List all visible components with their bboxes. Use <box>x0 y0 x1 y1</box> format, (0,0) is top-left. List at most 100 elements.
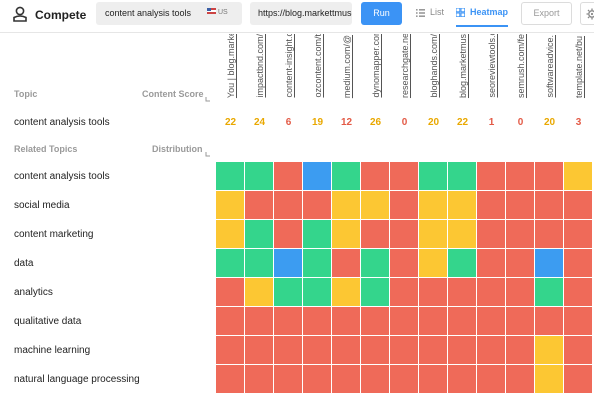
heatmap-cell[interactable] <box>390 307 418 335</box>
heatmap-cell[interactable] <box>390 220 418 248</box>
settings-button[interactable] <box>580 2 594 25</box>
heatmap-cell[interactable] <box>506 220 534 248</box>
sort-arrow-icon[interactable] <box>205 151 211 157</box>
heatmap-cell[interactable] <box>303 365 331 393</box>
heatmap-cell[interactable] <box>535 220 563 248</box>
heatmap-cell[interactable] <box>332 162 360 190</box>
heatmap-cell[interactable] <box>216 365 244 393</box>
heatmap-cell[interactable] <box>303 191 331 219</box>
heatmap-cell[interactable] <box>245 220 273 248</box>
heatmap-cell[interactable] <box>477 278 505 306</box>
heatmap-cell[interactable] <box>535 191 563 219</box>
heatmap-cell[interactable] <box>448 307 476 335</box>
heatmap-cell[interactable] <box>274 191 302 219</box>
heatmap-cell[interactable] <box>303 307 331 335</box>
heatmap-cell[interactable] <box>216 336 244 364</box>
heatmap-cell[interactable] <box>274 278 302 306</box>
domain-link[interactable]: ozcontent.com/t <box>313 34 323 98</box>
heatmap-cell[interactable] <box>535 336 563 364</box>
tab-heatmap[interactable]: Heatmap <box>456 2 509 27</box>
heatmap-cell[interactable] <box>361 220 389 248</box>
heatmap-cell[interactable] <box>245 278 273 306</box>
heatmap-cell[interactable] <box>564 220 592 248</box>
heatmap-cell[interactable] <box>564 336 592 364</box>
heatmap-cell[interactable] <box>332 220 360 248</box>
heatmap-cell[interactable] <box>564 278 592 306</box>
heatmap-cell[interactable] <box>419 365 447 393</box>
heatmap-cell[interactable] <box>506 278 534 306</box>
heatmap-cell[interactable] <box>274 249 302 277</box>
heatmap-cell[interactable] <box>274 336 302 364</box>
heatmap-cell[interactable] <box>216 220 244 248</box>
heatmap-cell[interactable] <box>535 365 563 393</box>
run-button[interactable]: Run <box>361 2 402 25</box>
heatmap-cell[interactable] <box>564 162 592 190</box>
heatmap-cell[interactable] <box>419 249 447 277</box>
heatmap-cell[interactable] <box>419 278 447 306</box>
heatmap-cell[interactable] <box>564 191 592 219</box>
heatmap-cell[interactable] <box>535 278 563 306</box>
heatmap-cell[interactable] <box>245 249 273 277</box>
heatmap-cell[interactable] <box>216 191 244 219</box>
heatmap-cell[interactable] <box>361 162 389 190</box>
domain-link[interactable]: template.net/bu <box>574 36 584 98</box>
heatmap-cell[interactable] <box>477 220 505 248</box>
heatmap-cell[interactable] <box>274 365 302 393</box>
heatmap-cell[interactable] <box>245 307 273 335</box>
heatmap-cell[interactable] <box>419 336 447 364</box>
heatmap-cell[interactable] <box>303 249 331 277</box>
heatmap-cell[interactable] <box>303 278 331 306</box>
domain-link[interactable]: dynomapper.cor <box>371 34 381 98</box>
heatmap-cell[interactable] <box>274 307 302 335</box>
heatmap-cell[interactable] <box>506 307 534 335</box>
heatmap-cell[interactable] <box>448 249 476 277</box>
heatmap-cell[interactable] <box>361 365 389 393</box>
heatmap-cell[interactable] <box>419 162 447 190</box>
heatmap-cell[interactable] <box>564 249 592 277</box>
heatmap-cell[interactable] <box>477 191 505 219</box>
heatmap-cell[interactable] <box>332 249 360 277</box>
heatmap-cell[interactable] <box>216 249 244 277</box>
domain-link[interactable]: semrush.com/fe <box>516 34 526 98</box>
heatmap-cell[interactable] <box>535 307 563 335</box>
heatmap-cell[interactable] <box>245 162 273 190</box>
heatmap-cell[interactable] <box>477 307 505 335</box>
heatmap-cell[interactable] <box>245 336 273 364</box>
heatmap-cell[interactable] <box>390 162 418 190</box>
heatmap-cell[interactable] <box>303 336 331 364</box>
heatmap-cell[interactable] <box>361 191 389 219</box>
heatmap-cell[interactable] <box>245 365 273 393</box>
domain-link[interactable]: researchgate.ne <box>400 34 410 98</box>
heatmap-cell[interactable] <box>448 365 476 393</box>
heatmap-cell[interactable] <box>477 249 505 277</box>
heatmap-cell[interactable] <box>477 365 505 393</box>
country-selector[interactable]: US <box>207 8 228 16</box>
heatmap-cell[interactable] <box>274 162 302 190</box>
domain-link[interactable]: bloghands.com/ <box>429 34 439 98</box>
heatmap-cell[interactable] <box>390 365 418 393</box>
tab-list[interactable]: List <box>416 2 444 27</box>
heatmap-cell[interactable] <box>506 162 534 190</box>
domain-link[interactable]: You | blog.marke <box>226 34 236 98</box>
heatmap-cell[interactable] <box>506 365 534 393</box>
heatmap-cell[interactable] <box>216 162 244 190</box>
distribution-header[interactable]: Distribution <box>152 144 203 154</box>
sort-arrow-icon[interactable] <box>205 96 211 102</box>
content-score-header[interactable]: Content Score <box>142 89 204 99</box>
heatmap-cell[interactable] <box>477 162 505 190</box>
heatmap-cell[interactable] <box>332 278 360 306</box>
heatmap-cell[interactable] <box>361 249 389 277</box>
heatmap-cell[interactable] <box>216 307 244 335</box>
heatmap-cell[interactable] <box>332 365 360 393</box>
heatmap-cell[interactable] <box>477 336 505 364</box>
heatmap-cell[interactable] <box>448 191 476 219</box>
heatmap-cell[interactable] <box>448 278 476 306</box>
heatmap-cell[interactable] <box>448 162 476 190</box>
heatmap-cell[interactable] <box>390 191 418 219</box>
heatmap-cell[interactable] <box>216 278 244 306</box>
heatmap-cell[interactable] <box>303 162 331 190</box>
heatmap-cell[interactable] <box>332 336 360 364</box>
domain-link[interactable]: impactbnd.com/ <box>255 34 265 98</box>
heatmap-cell[interactable] <box>274 220 302 248</box>
domain-link[interactable]: medium.com/@ <box>342 35 352 98</box>
